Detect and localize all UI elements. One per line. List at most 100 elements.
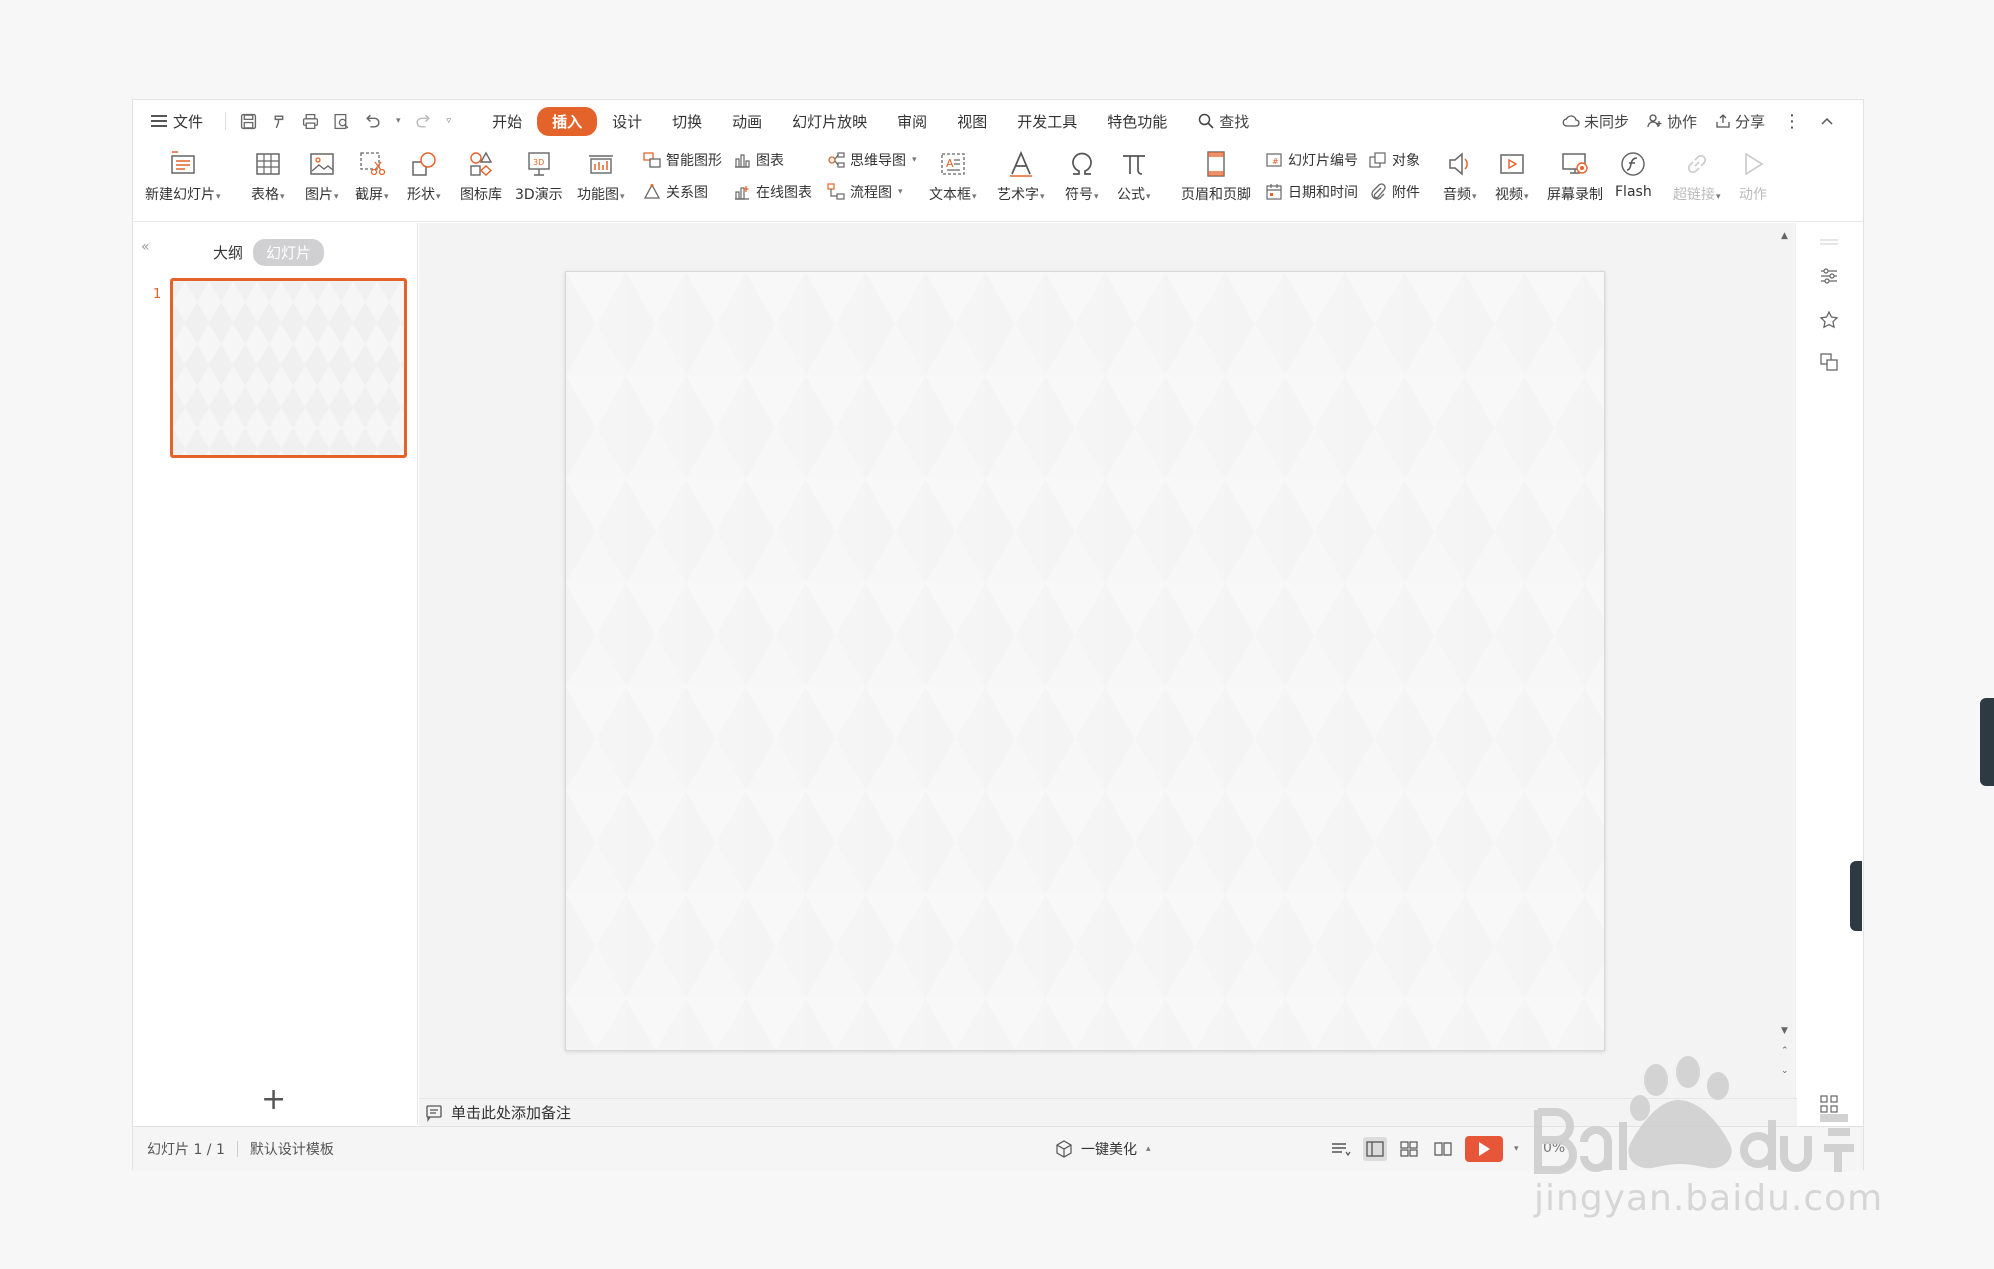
function-chart-label: 功能图 [577, 187, 619, 203]
play-options-icon[interactable]: ▾ [1514, 1144, 1519, 1154]
flash-button[interactable]: Flash [1615, 148, 1652, 200]
tab-special-features[interactable]: 特色功能 [1092, 107, 1182, 136]
mindmap-button[interactable]: 思维导图 ▾ [827, 150, 917, 170]
wordart-button[interactable]: 艺术字▾ [997, 148, 1045, 204]
play-slideshow-button[interactable] [1465, 1136, 1503, 1162]
tab-home[interactable]: 开始 [477, 107, 537, 136]
screen-record-label: 屏幕录制 [1547, 187, 1603, 203]
sync-label: 未同步 [1583, 112, 1629, 131]
3d-demo-label: 3D演示 [515, 187, 563, 203]
relation-chart-label: 关系图 [666, 185, 708, 201]
function-chart-button[interactable]: 功能图▾ [577, 148, 625, 204]
beautify-label: 一键美化 [1081, 1142, 1137, 1158]
panel-tabs: 大纲 幻灯片 [213, 239, 325, 266]
object-button[interactable]: 对象 [1369, 150, 1420, 170]
undo-dropdown-icon[interactable]: ▾ [396, 116, 401, 126]
tab-animations[interactable]: 动画 [717, 107, 777, 136]
screen-record-button[interactable]: 屏幕录制 [1547, 148, 1603, 204]
reading-view-icon[interactable] [1431, 1137, 1455, 1161]
attachment-button[interactable]: 附件 [1369, 182, 1420, 202]
scroll-up-icon[interactable]: ▲ [1781, 231, 1788, 241]
audio-button[interactable]: 音频▾ [1443, 148, 1477, 204]
formula-button[interactable]: 公式▾ [1117, 148, 1151, 204]
smart-shape-button[interactable]: 智能图形 [643, 150, 722, 170]
next-slide-icon[interactable]: ⌄ [1781, 1066, 1789, 1076]
save-icon[interactable] [240, 113, 257, 130]
more-options-icon[interactable]: ⋮ [1783, 111, 1801, 132]
chart-button[interactable]: 图表 [733, 150, 784, 170]
screen-record-icon [1562, 153, 1588, 174]
online-chart-button[interactable]: 在线图表 [733, 182, 812, 202]
slide-sorter-icon[interactable] [1397, 1137, 1421, 1161]
undo-icon[interactable] [364, 113, 381, 130]
beautify-button[interactable]: 一键美化 ▴ [1055, 1139, 1151, 1159]
symbol-button[interactable]: 符号▾ [1065, 148, 1099, 204]
print-icon[interactable] [302, 113, 319, 130]
customize-toolbar-icon[interactable]: ▿ [447, 116, 452, 126]
new-slide-button[interactable]: 新建幻灯片▾ [145, 148, 221, 204]
hyperlink-button[interactable]: 超链接▾ [1673, 148, 1721, 204]
collapse-ribbon-icon[interactable] [1819, 113, 1835, 129]
screenshot-button[interactable]: 截屏▾ [355, 148, 389, 204]
formula-label: 公式 [1117, 187, 1145, 203]
notes-toggle-icon[interactable] [1329, 1137, 1353, 1161]
tab-transitions[interactable]: 切换 [657, 107, 717, 136]
normal-view-icon[interactable] [1363, 1137, 1387, 1161]
tab-outline[interactable]: 大纲 [213, 242, 243, 263]
header-footer-button[interactable]: 页眉和页脚 [1181, 148, 1251, 204]
notes-area[interactable]: 单击此处添加备注 [419, 1098, 1797, 1126]
collaborate-button[interactable]: 协作 [1647, 111, 1697, 132]
grid-icon[interactable] [1818, 1093, 1840, 1115]
picture-button[interactable]: 图片▾ [305, 148, 339, 204]
prev-slide-icon[interactable]: ⌃ [1781, 1046, 1789, 1056]
slide-switch-icon[interactable] [1818, 351, 1840, 373]
search-button[interactable]: 查找 [1198, 111, 1249, 132]
share-icon [1716, 114, 1730, 128]
sync-button[interactable]: 未同步 [1562, 111, 1629, 132]
3d-demo-button[interactable]: 3D 3D演示 [515, 148, 563, 204]
textbox-button[interactable]: A 文本框▾ [929, 148, 977, 204]
flash-icon [1621, 152, 1646, 176]
add-slide-icon[interactable]: + [261, 1085, 286, 1115]
relation-chart-button[interactable]: 关系图 [643, 182, 708, 202]
slide-number-button[interactable]: # 幻灯片编号 [1265, 150, 1358, 170]
vertical-scrollbar[interactable]: ▲ ▼ ⌃ ⌄ [1781, 231, 1791, 1091]
redo-icon[interactable] [415, 113, 432, 130]
shape-button[interactable]: 形状▾ [407, 148, 441, 204]
icon-library-button[interactable]: 图标库 [460, 148, 502, 204]
wordart-icon [1009, 150, 1032, 177]
file-menu[interactable]: 文件 [151, 111, 203, 132]
properties-icon[interactable] [1818, 265, 1840, 287]
animation-star-icon[interactable] [1818, 309, 1840, 331]
zoom-level[interactable]: 0% [1543, 1140, 1565, 1156]
flowchart-button[interactable]: 流程图 ▾ [827, 182, 903, 202]
tab-insert[interactable]: 插入 [537, 106, 598, 136]
tab-developer[interactable]: 开发工具 [1002, 107, 1092, 136]
tab-view[interactable]: 视图 [942, 107, 1002, 136]
datetime-button[interactable]: 日期和时间 [1265, 182, 1358, 202]
video-button[interactable]: 视频▾ [1495, 148, 1529, 204]
tab-slideshow[interactable]: 幻灯片放映 [777, 107, 882, 136]
online-chart-icon [735, 186, 749, 200]
slide-thumbnail[interactable] [170, 278, 407, 458]
print-preview-icon[interactable] [333, 113, 350, 130]
textbox-label: 文本框 [929, 187, 971, 203]
smart-shape-label: 智能图形 [666, 153, 722, 169]
collapse-panel-icon[interactable]: « [141, 239, 150, 255]
tab-review[interactable]: 审阅 [882, 107, 942, 136]
flash-label: Flash [1615, 184, 1652, 200]
hamburger-icon [151, 115, 167, 127]
table-button[interactable]: 表格▾ [251, 148, 285, 204]
tab-design[interactable]: 设计 [597, 107, 657, 136]
slide-background-pattern [566, 272, 1604, 1050]
template-name[interactable]: 默认设计模板 [250, 1139, 334, 1159]
object-icon [1369, 152, 1386, 168]
action-button[interactable]: 动作 [1737, 148, 1769, 204]
share-button[interactable]: 分享 [1715, 111, 1765, 132]
tab-slides[interactable]: 幻灯片 [253, 239, 325, 266]
format-painter-icon[interactable] [271, 113, 288, 130]
3d-icon: 3D [528, 152, 550, 176]
scroll-down-icon[interactable]: ▼ [1781, 1026, 1788, 1036]
search-label: 查找 [1219, 112, 1250, 131]
slide[interactable] [565, 271, 1605, 1051]
